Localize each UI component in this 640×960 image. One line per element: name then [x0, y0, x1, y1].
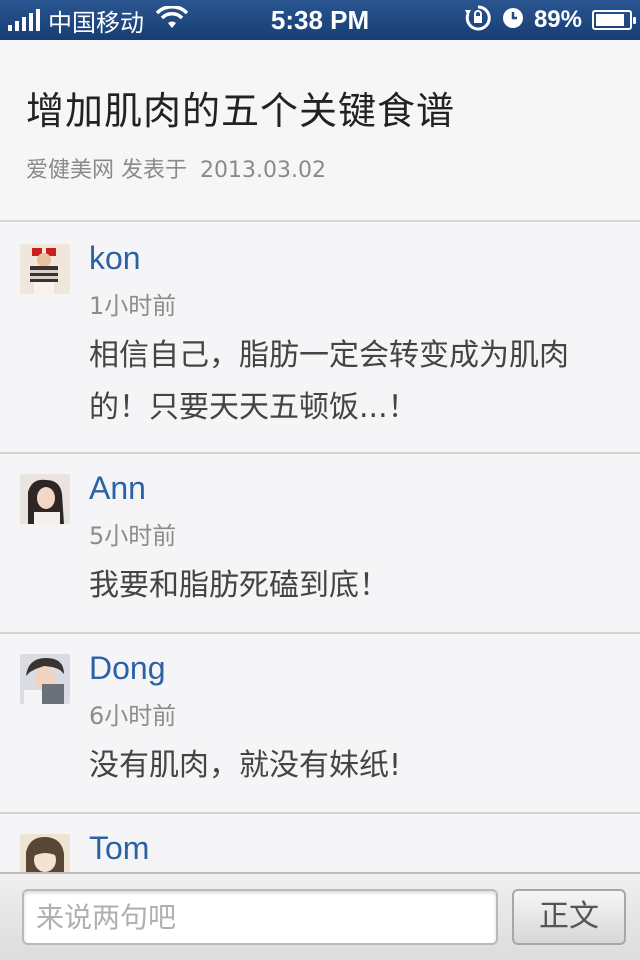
posted-label: 发表于 [121, 158, 188, 183]
comment-author[interactable]: Dong [89, 650, 166, 687]
article-title: 增加肌肉的五个关键食谱 [26, 89, 456, 133]
rotation-lock-icon [464, 4, 492, 37]
comment-time: 5小时前 [89, 522, 177, 550]
comment-input[interactable] [22, 889, 498, 945]
comment-author[interactable]: Tom [89, 830, 149, 867]
article-meta: 爱健美网 发表于 2013.03.02 [26, 152, 326, 184]
comment-author[interactable]: kon [89, 240, 141, 277]
comment-time: 1小时前 [89, 292, 177, 320]
comment-text: 相信自己，脂肪一定会转变成为肌肉的！只要天天五顿饭...！ [89, 338, 569, 425]
article-date: 2013.03.02 [200, 158, 326, 183]
alarm-icon [502, 7, 524, 34]
comment-item: kon 1小时前 相信自己，脂肪一定会转变成为肌肉的！只要天天五顿饭...！ [0, 224, 640, 454]
battery-fill [596, 14, 624, 26]
article-header: 增加肌肉的五个关键食谱 爱健美网 发表于 2013.03.02 [0, 40, 640, 222]
comment-text: 没有肌肉，就没有妹纸! [89, 748, 402, 783]
article-source: 爱健美网 [26, 158, 115, 183]
comment-text: 我要和脂肪死磕到底！ [89, 568, 389, 603]
comment-input-bar: 正文 [0, 872, 640, 960]
comment-list: kon 1小时前 相信自己，脂肪一定会转变成为肌肉的！只要天天五顿饭...！ A… [0, 224, 640, 934]
comment-item: Ann 5小时前 我要和脂肪死磕到底！ [0, 454, 640, 634]
article-button[interactable]: 正文 [512, 889, 626, 945]
status-right: 89% [464, 0, 636, 40]
avatar[interactable] [20, 654, 70, 704]
status-bar: 中国移动 5:38 PM 89% [0, 0, 640, 40]
avatar[interactable] [20, 474, 70, 524]
avatar[interactable] [20, 244, 70, 294]
comment-author[interactable]: Ann [89, 470, 146, 507]
comment-item: Dong 6小时前 没有肌肉，就没有妹纸! [0, 634, 640, 814]
battery-icon [592, 10, 636, 30]
battery-percent: 89% [533, 6, 582, 33]
comment-time: 6小时前 [89, 702, 177, 730]
